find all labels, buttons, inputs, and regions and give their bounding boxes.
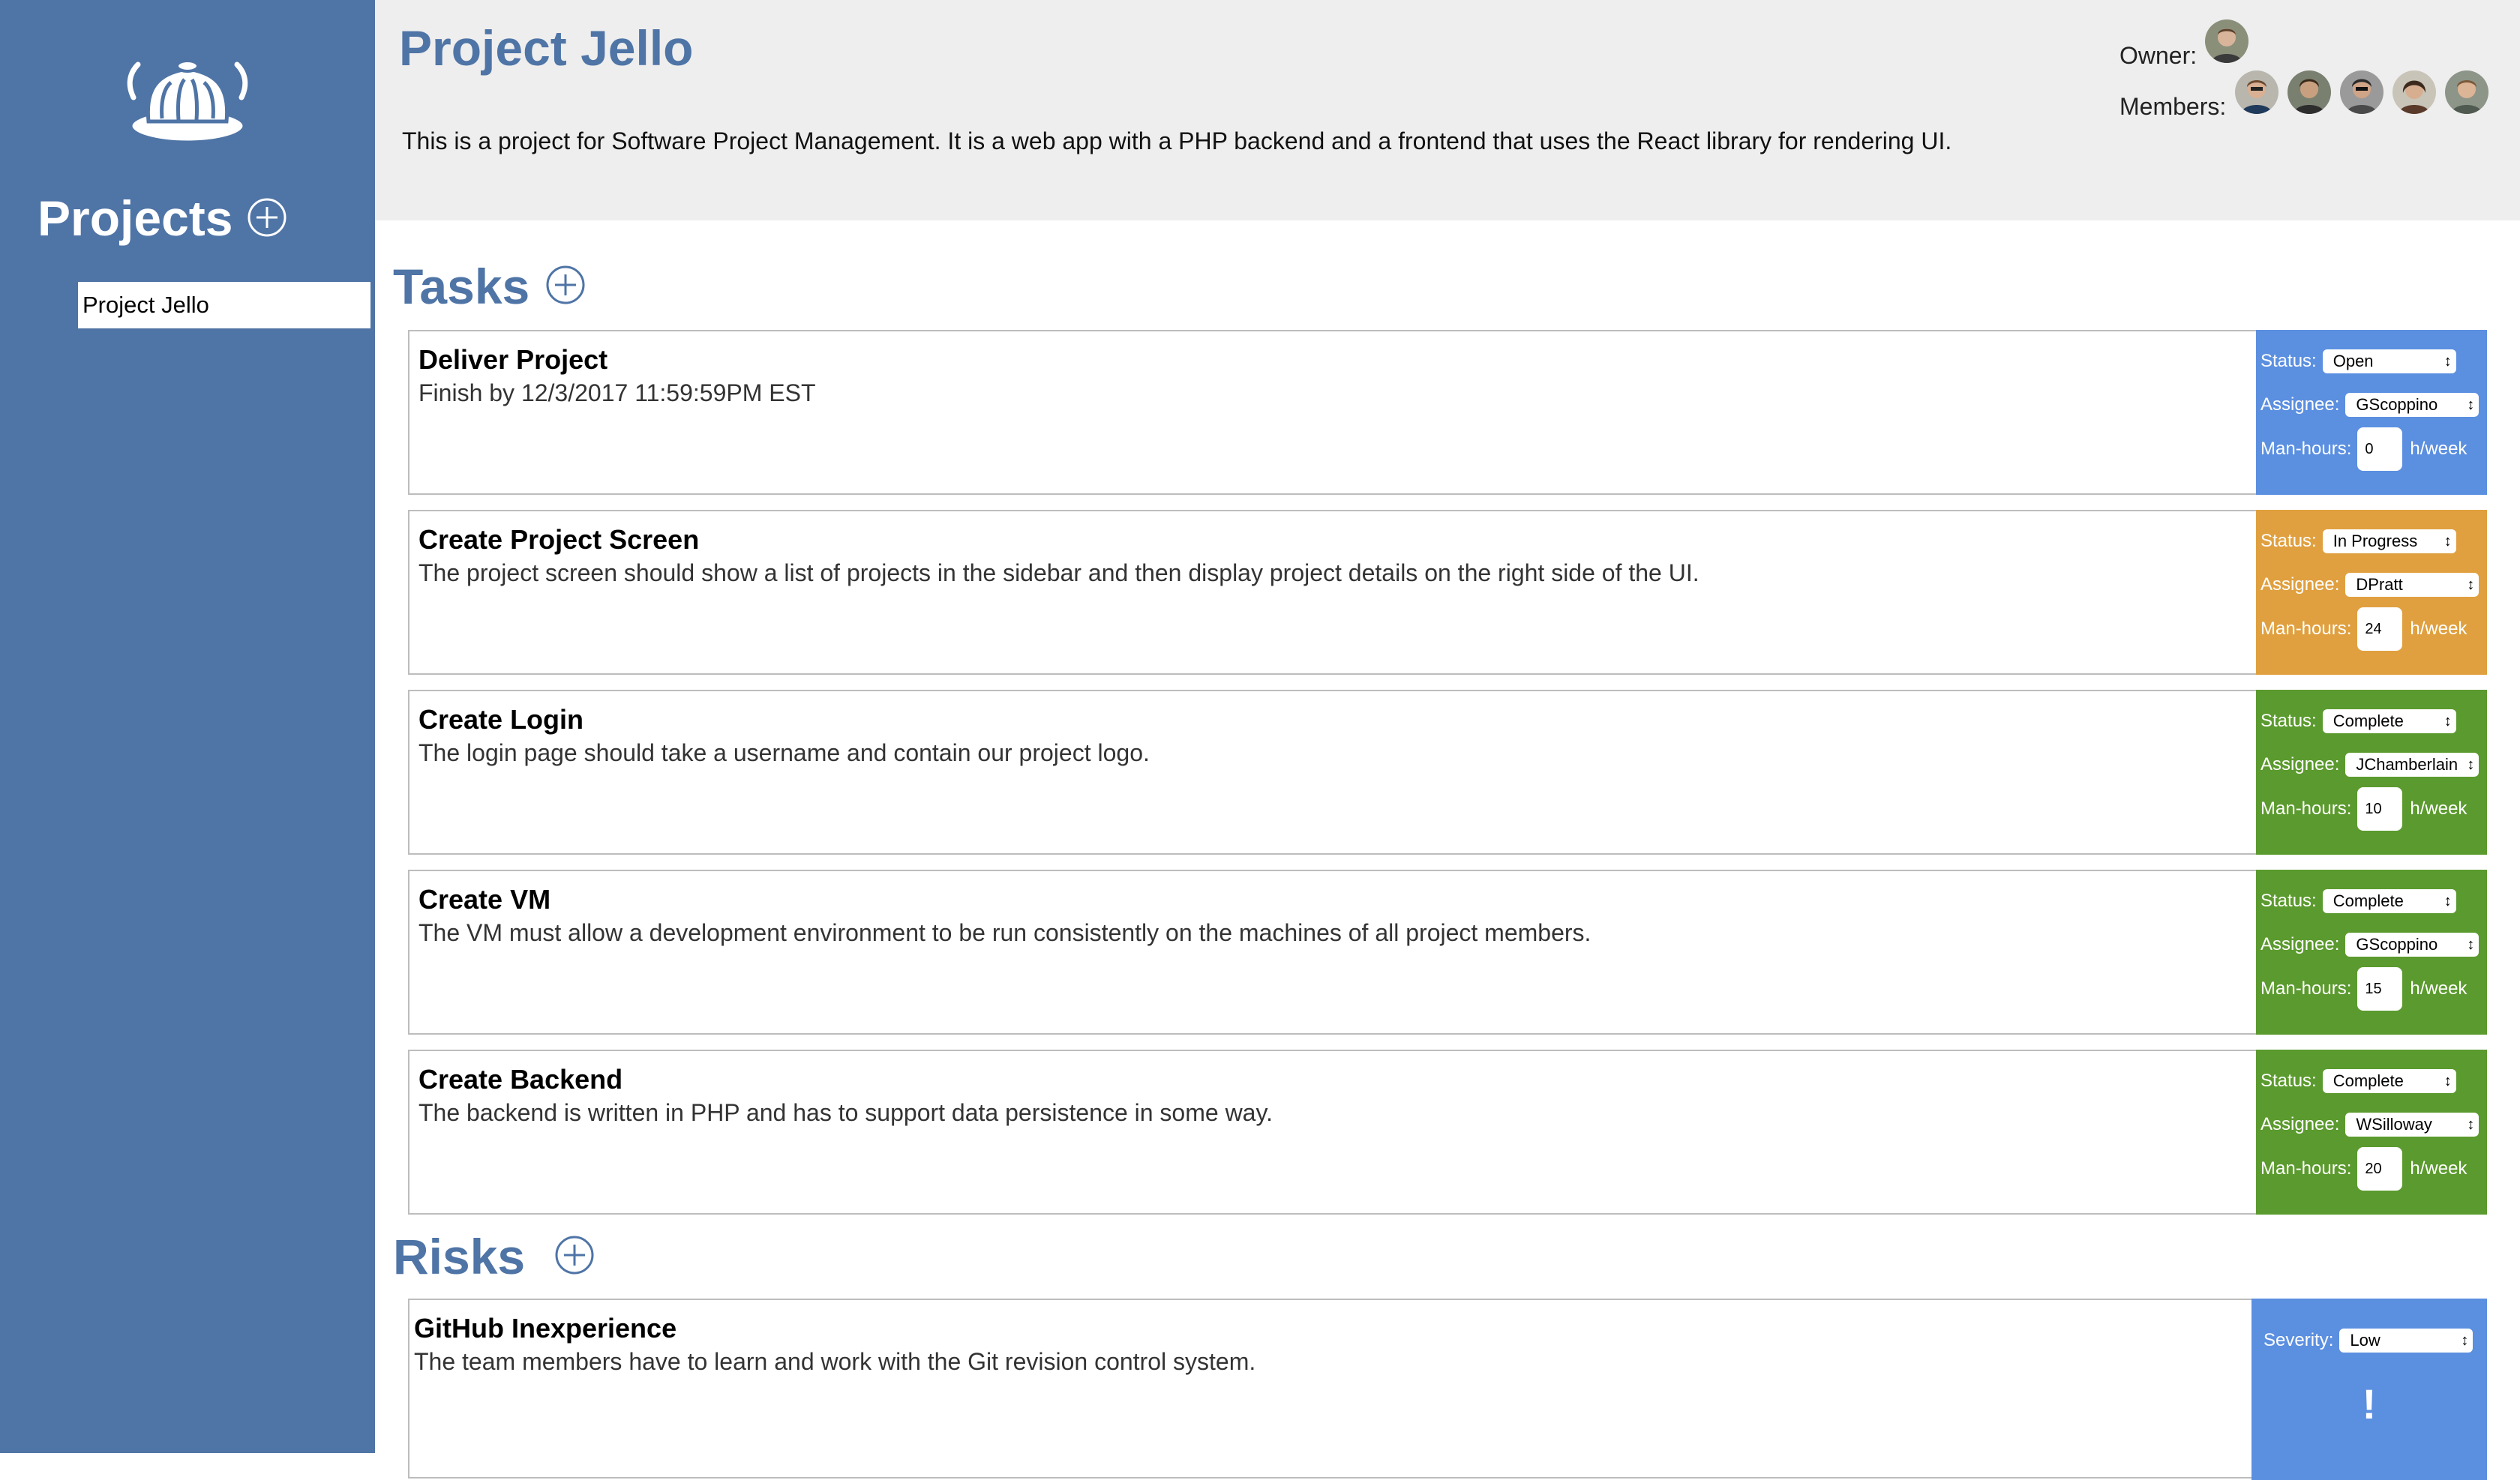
sidebar: Projects Project Jello — [0, 0, 375, 1453]
status-label: Status: — [2260, 891, 2317, 911]
risk-indicator-icon: ! — [2362, 1380, 2377, 1428]
task-title: Create Backend — [418, 1064, 623, 1095]
hours-label: Man-hours: — [2260, 439, 2352, 459]
assignee-label: Assignee: — [2260, 574, 2340, 595]
severity-select[interactable]: Low — [2339, 1329, 2474, 1353]
task-body: Create Backend The backend is written in… — [418, 1063, 2246, 1128]
hours-label: Man-hours: — [2260, 978, 2352, 999]
status-select[interactable]: Open — [2322, 349, 2456, 373]
owner-label: Owner: — [2120, 42, 2198, 69]
status-select[interactable]: In Progress — [2322, 529, 2456, 553]
assignee-label: Assignee: — [2260, 394, 2340, 415]
user-avatar-icon — [2392, 70, 2436, 114]
page-title: Project Jello — [399, 20, 694, 76]
status-label: Status: — [2260, 1071, 2317, 1091]
jello-logo-icon — [127, 59, 248, 145]
members-label: Members: — [2120, 93, 2227, 120]
risk-body: GitHub Inexperience The team members hav… — [414, 1312, 2246, 1377]
member-avatar-5[interactable] — [2445, 70, 2488, 114]
hours-unit: h/week — [2410, 1158, 2468, 1179]
member-avatar-1[interactable] — [2235, 70, 2278, 114]
task-body: Create Project Screen The project screen… — [418, 523, 2246, 588]
hours-unit: h/week — [2410, 619, 2468, 639]
owner-avatar[interactable] — [2205, 19, 2248, 63]
risks-heading: Risks — [393, 1229, 526, 1284]
task-status-panel: Status:Complete Assignee:GScoppino Man-h… — [2256, 870, 2487, 1035]
task-status-panel: Status:Open Assignee:GScoppino Man-hours… — [2256, 330, 2487, 495]
tasks-heading: Tasks — [393, 259, 530, 314]
projects-heading: Projects — [38, 190, 233, 246]
user-avatar-icon — [2288, 70, 2331, 114]
task-body: Create Login The login page should take … — [418, 703, 2246, 768]
member-avatar-3[interactable] — [2340, 70, 2384, 114]
task-title: Deliver Project — [418, 344, 608, 375]
assignee-label: Assignee: — [2260, 754, 2340, 774]
user-avatar-icon — [2205, 19, 2248, 63]
task-title: Create VM — [418, 884, 551, 915]
task-description: The backend is written in PHP and has to… — [418, 1099, 1273, 1126]
status-label: Status: — [2260, 711, 2317, 731]
project-description: This is a project for Software Project M… — [402, 127, 1952, 154]
man-hours-input[interactable]: 15 — [2357, 967, 2403, 1011]
task-card[interactable]: Create Backend The backend is written in… — [408, 1050, 2487, 1215]
severity-label: Severity: — [2264, 1330, 2334, 1350]
assignee-select[interactable]: WSilloway — [2345, 1113, 2480, 1137]
hours-unit: h/week — [2410, 439, 2468, 459]
hours-label: Man-hours: — [2260, 1158, 2352, 1179]
user-avatar-icon — [2340, 70, 2384, 114]
sidebar-item-project-jello[interactable]: Project Jello — [78, 282, 370, 328]
task-body: Deliver Project Finish by 12/3/2017 11:5… — [418, 343, 2246, 408]
task-description: The project screen should show a list of… — [418, 559, 1700, 586]
hours-unit: h/week — [2410, 798, 2468, 819]
man-hours-input[interactable]: 24 — [2357, 607, 2403, 651]
assignee-label: Assignee: — [2260, 1114, 2340, 1134]
user-avatar-icon — [2445, 70, 2488, 114]
status-select[interactable]: Complete — [2322, 1069, 2456, 1093]
add-project-button[interactable] — [246, 196, 288, 238]
task-card[interactable]: Create Project Screen The project screen… — [408, 510, 2487, 675]
task-status-panel: Status:Complete Assignee:WSilloway Man-h… — [2256, 1050, 2487, 1215]
task-description: The login page should take a username an… — [418, 739, 1150, 766]
project-header: Project Jello This is a project for Soft… — [375, 0, 2520, 220]
add-task-button[interactable] — [544, 264, 586, 306]
assignee-select[interactable]: GScoppino — [2345, 393, 2480, 417]
assignee-select[interactable]: JChamberlain — [2345, 753, 2480, 777]
hours-label: Man-hours: — [2260, 798, 2352, 819]
hours-label: Man-hours: — [2260, 619, 2352, 639]
task-card[interactable]: Deliver Project Finish by 12/3/2017 11:5… — [408, 330, 2487, 495]
task-status-panel: Status:In Progress Assignee:DPratt Man-h… — [2256, 510, 2487, 675]
hours-unit: h/week — [2410, 978, 2468, 999]
task-description: The VM must allow a development environm… — [418, 919, 1592, 946]
man-hours-input[interactable]: 10 — [2357, 787, 2403, 831]
user-avatar-icon — [2235, 70, 2278, 114]
member-avatar-2[interactable] — [2288, 70, 2331, 114]
task-body: Create VM The VM must allow a developmen… — [418, 883, 2246, 948]
risk-card[interactable]: GitHub Inexperience The team members hav… — [408, 1299, 2487, 1480]
status-label: Status: — [2260, 351, 2317, 371]
risk-description: The team members have to learn and work … — [414, 1348, 1256, 1375]
assignee-select[interactable]: DPratt — [2345, 573, 2480, 597]
status-label: Status: — [2260, 531, 2317, 551]
task-title: Create Login — [418, 704, 584, 735]
task-status-panel: Status:Complete Assignee:JChamberlain Ma… — [2256, 690, 2487, 855]
task-description: Finish by 12/3/2017 11:59:59PM EST — [418, 379, 816, 406]
status-select[interactable]: Complete — [2322, 889, 2456, 913]
task-card[interactable]: Create VM The VM must allow a developmen… — [408, 870, 2487, 1035]
status-select[interactable]: Complete — [2322, 709, 2456, 733]
risk-title: GitHub Inexperience — [414, 1313, 677, 1344]
man-hours-input[interactable]: 0 — [2357, 427, 2403, 471]
member-avatar-4[interactable] — [2392, 70, 2436, 114]
task-title: Create Project Screen — [418, 524, 700, 555]
assignee-select[interactable]: GScoppino — [2345, 933, 2480, 957]
assignee-label: Assignee: — [2260, 934, 2340, 954]
task-card[interactable]: Create Login The login page should take … — [408, 690, 2487, 855]
add-risk-button[interactable] — [554, 1234, 596, 1276]
man-hours-input[interactable]: 20 — [2357, 1147, 2403, 1191]
